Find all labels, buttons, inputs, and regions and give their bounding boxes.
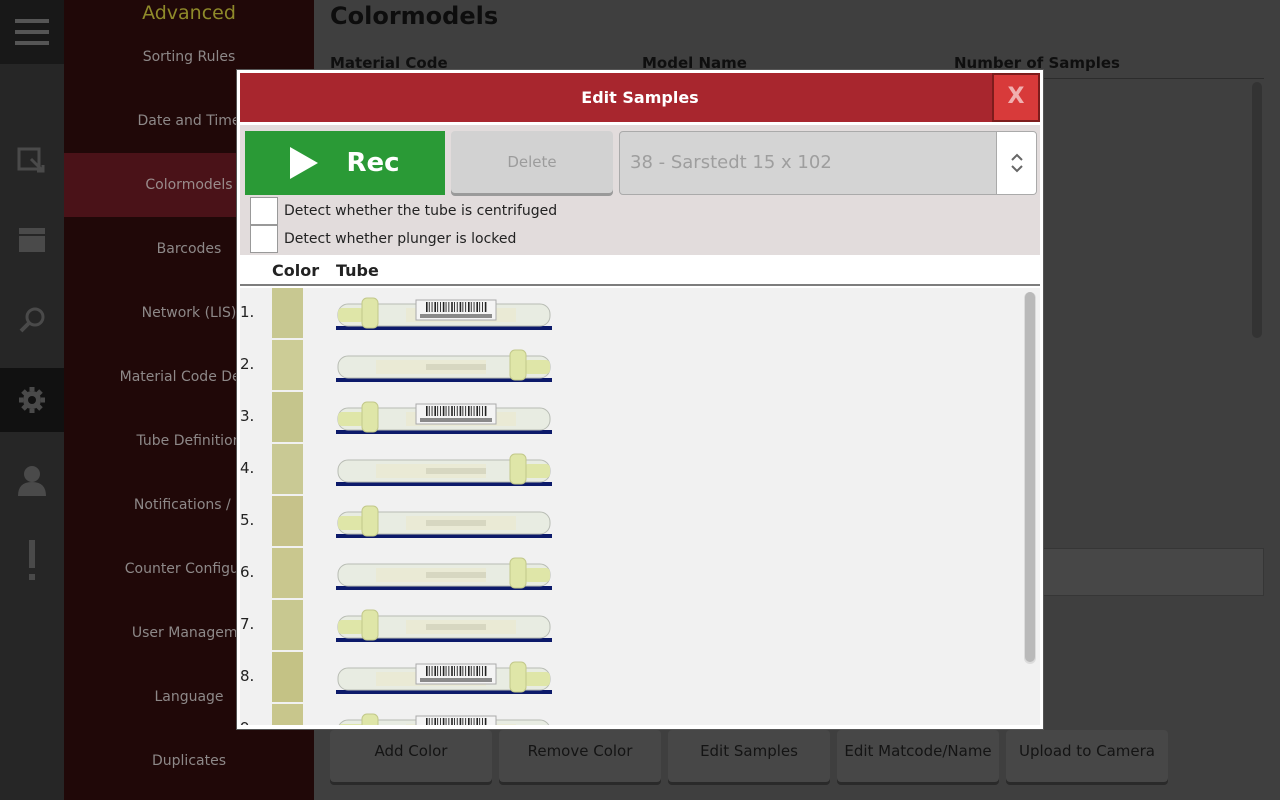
tube-image [336,609,552,642]
dialog-title: Edit Samples [581,88,699,107]
sample-row-number: 4. [240,459,255,477]
samples-scrollbar-thumb[interactable] [1025,292,1035,662]
menu-icon [0,0,64,64]
sample-row-number: 8. [240,667,255,685]
sample-row-number: 3. [240,407,255,425]
tube-image [338,713,550,725]
tube-type-select[interactable]: 38 - Sarstedt 15 x 102 [619,131,1037,195]
up-down-chevron-icon[interactable] [996,132,1036,194]
centrifuged-checkbox-row[interactable]: Detect whether the tube is centrifuged [250,197,557,225]
export-icon[interactable] [0,128,64,192]
sample-row[interactable]: 6. [240,548,1020,600]
record-label: Rec [346,148,400,178]
sample-row-number: 7. [240,615,255,633]
edit-samples-button[interactable]: Edit Samples [668,730,830,782]
close-button[interactable]: X [992,73,1040,122]
tube-image [336,661,552,694]
sample-row[interactable]: 7. [240,600,1020,652]
page-title: Colormodels [330,2,499,30]
sample-row[interactable]: 5. [240,496,1020,548]
sample-row[interactable]: 3. [240,392,1020,444]
edit-samples-dialog: Edit Samples X Rec Delete 38 - Sarstedt … [236,69,1044,730]
sample-row[interactable]: 4. [240,444,1020,496]
dialog-toolbar: Rec Delete 38 - Sarstedt 15 x 102 Detect… [240,125,1040,255]
tube-image [336,453,552,486]
search-icon[interactable] [0,288,64,352]
sample-row-number: 6. [240,563,255,581]
menu-item-duplicates[interactable]: Duplicates [64,729,314,793]
centrifuged-checkbox[interactable] [250,197,278,225]
tube-image [336,505,552,538]
upload-to-camera-button[interactable]: Upload to Camera [1006,730,1168,782]
sample-row[interactable]: 1. [240,288,1020,340]
plunger-checkbox-label: Detect whether plunger is locked [284,231,517,247]
record-button[interactable]: Rec [245,131,445,195]
settings-icon[interactable] [0,368,64,432]
tube-type-value: 38 - Sarstedt 15 x 102 [630,152,832,173]
play-icon [290,147,319,179]
color-swatch [272,652,303,702]
edit-matcode-name-button[interactable]: Edit Matcode/Name [837,730,999,782]
dialog-header: Edit Samples X [240,73,1040,122]
column-header-color: Color [272,261,320,280]
menu-button[interactable] [0,0,64,64]
sample-row-number: 5. [240,511,255,529]
color-swatch [272,496,303,546]
sample-row-number: 1. [240,303,255,321]
alert-icon[interactable] [0,528,64,592]
menu-heading: Advanced [142,2,236,24]
sample-row[interactable]: 8. [240,652,1020,704]
delete-button[interactable]: Delete [451,131,613,193]
tube-image [336,349,552,382]
window-icon[interactable] [0,208,64,272]
tube-image [336,297,552,330]
centrifuged-checkbox-label: Detect whether the tube is centrifuged [284,203,558,219]
tube-image [336,557,552,590]
samples-list[interactable]: 1. 2. 3. 4. 5. 6. 7. 8. 9. [240,288,1040,725]
color-swatch [272,600,303,650]
sample-row[interactable]: 9. [240,704,1020,725]
icon-rail [0,0,64,800]
sample-row-number: 9. [240,704,254,725]
sample-row-number: 2. [240,355,255,373]
color-swatch [272,444,303,494]
color-swatch [272,704,303,725]
sample-row[interactable]: 2. [240,340,1020,392]
add-color-button[interactable]: Add Color [330,730,492,782]
user-icon[interactable] [0,448,64,512]
color-swatch [272,288,303,338]
samples-table-header: Color Tube [240,255,1040,286]
color-swatch [272,548,303,598]
tube-image [336,401,552,434]
color-swatch [272,392,303,442]
plunger-checkbox-row[interactable]: Detect whether plunger is locked [250,225,516,253]
color-swatch [272,340,303,390]
remove-color-button[interactable]: Remove Color [499,730,661,782]
table-scrollbar[interactable] [1252,82,1262,338]
column-header-tube: Tube [336,261,379,280]
plunger-checkbox[interactable] [250,225,278,253]
